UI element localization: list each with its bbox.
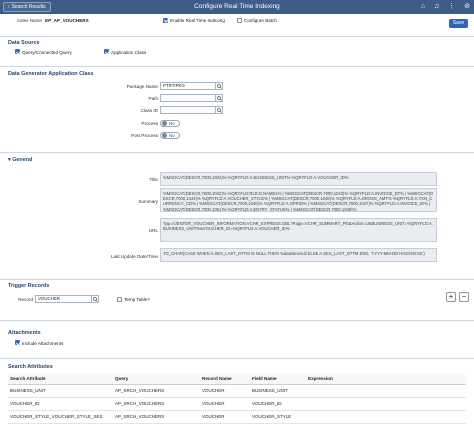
table-cell: VOUCHER — [200, 410, 250, 424]
class-id-input[interactable] — [160, 106, 216, 114]
attachments-section-title: Attachments — [8, 330, 41, 336]
record-label: Record — [18, 297, 33, 302]
table-cell: VOUCHER_ID — [8, 397, 113, 411]
enable-rti-label: Enable Real Time Indexing — [170, 18, 225, 23]
table-cell: AP_SRCH_VOUCHERS — [113, 384, 200, 398]
data-source-section-title: Data Source — [8, 40, 40, 46]
table-cell — [306, 384, 466, 398]
app-class-label: Application Class — [111, 49, 147, 55]
class-id-label: Class ID — [140, 108, 158, 113]
record-input[interactable]: VOUCHER — [35, 295, 92, 303]
table-row: VOUCHER_ID AP_SRCH_VOUCHERS VOUCHER VOUC… — [8, 397, 466, 411]
table-cell — [306, 397, 466, 411]
process-toggle[interactable]: No — [160, 119, 180, 127]
post-process-toggle[interactable]: No — [160, 131, 180, 139]
table-cell: AP_SRCH_VOUCHERS — [113, 410, 200, 424]
add-row-button[interactable]: + — [446, 292, 456, 302]
search-icon — [93, 297, 98, 302]
top-bar: ‹ Search Results Configure Real Time Inde… — [0, 0, 474, 14]
table-cell — [306, 410, 466, 424]
index-name-label: Index Name — [17, 18, 42, 23]
column-header[interactable]: Record Name — [200, 374, 250, 385]
table-cell: AP_SRCH_VOUCHERS — [113, 397, 200, 411]
divider — [0, 152, 474, 153]
class-id-lookup-button[interactable] — [216, 106, 223, 114]
table-cell: VOUCHER_ID — [250, 397, 306, 411]
include-attachments-label: Include Attachments — [22, 340, 64, 346]
last-update-textarea[interactable]: TO_CHAR(CASE WHEN A.SES_LAST_DTTM IS NUL… — [160, 248, 437, 262]
save-button[interactable]: Save — [449, 19, 468, 28]
process-label: Process — [141, 120, 158, 126]
table-header-row: Search Attribute Query Record Name Field… — [8, 374, 466, 385]
table-cell: VOUCHER_STYLE — [250, 410, 306, 424]
enable-rti-checkbox[interactable] — [163, 17, 168, 23]
compass-icon[interactable]: ⊘ — [464, 2, 470, 11]
divider — [0, 36, 474, 37]
page-title: Configure Real Time Indexing — [194, 3, 280, 10]
title-label: Title — [149, 177, 158, 182]
path-input[interactable] — [160, 94, 216, 102]
table-cell: BUSINESS_UNIT — [250, 384, 306, 398]
column-header[interactable]: Search Attribute — [8, 374, 113, 385]
search-attributes-section-title: Search Attributes — [8, 364, 53, 370]
column-header[interactable]: Query — [113, 374, 200, 385]
summary-label: Summary — [138, 199, 158, 204]
configure-batch-label: Configure Batch — [244, 18, 277, 23]
search-icon — [217, 108, 222, 113]
summary-textarea[interactable]: %MSGCAT(DESCR,7000,1042)% %QRYFLD:RLR.D.… — [160, 188, 437, 212]
index-name-value: EP_AP_VOUCHERS — [45, 18, 89, 23]
include-attachments-checkbox[interactable] — [15, 340, 20, 345]
general-section-title: General — [12, 157, 33, 163]
post-process-label: Post Process — [130, 132, 158, 138]
query-source-label: Query/Connected Query — [22, 49, 72, 55]
path-lookup-button[interactable] — [216, 94, 223, 102]
table-cell: BUSINESS_UNIT — [8, 384, 113, 398]
toggle-knob — [161, 121, 167, 126]
more-icon[interactable]: ⋮ — [448, 2, 455, 11]
generator-section-title: Data Generator Application Class — [8, 71, 94, 77]
temp-table-checkbox[interactable] — [117, 296, 122, 302]
configure-batch-checkbox[interactable] — [237, 17, 242, 23]
search-icon — [217, 96, 222, 101]
last-update-label: Last Update Date/Time — [110, 254, 158, 259]
path-label: Path — [148, 96, 158, 101]
temp-table-label: Temp Table? — [124, 297, 150, 302]
package-name-label: Package Name — [126, 84, 158, 89]
general-section-toggle[interactable]: ▾ General — [8, 157, 32, 163]
divider — [0, 66, 474, 67]
delete-row-button[interactable]: − — [459, 292, 469, 302]
record-lookup-button[interactable] — [92, 295, 99, 303]
toggle-knob — [161, 133, 167, 138]
package-name-input[interactable]: PTRTIPKG — [160, 82, 216, 90]
url-textarea[interactable]: ?pp=/c/ENTER_VOUCHER_INFORMATION.VCHR_EX… — [160, 218, 437, 242]
post-process-toggle-label: No — [169, 132, 175, 138]
title-textarea[interactable]: %MSGCAT(DESCR,7000,1002)% %QRYFLD:A.BUSI… — [160, 172, 437, 186]
bell-icon[interactable]: ♫ — [434, 2, 439, 11]
home-icon[interactable]: ⌂ — [421, 2, 425, 11]
divider — [0, 320, 474, 321]
search-attributes-table: Search Attribute Query Record Name Field… — [8, 374, 466, 424]
table-cell: VOUCHER — [200, 397, 250, 411]
table-cell: VOUCHER_STYLE_VOUCHER_STYLE_SES — [8, 410, 113, 424]
app-class-checkbox[interactable] — [104, 49, 109, 54]
table-row: BUSINESS_UNIT AP_SRCH_VOUCHERS VOUCHER B… — [8, 384, 466, 398]
search-icon — [217, 84, 222, 89]
column-header[interactable]: Field Name — [250, 374, 306, 385]
divider — [0, 358, 474, 359]
divider — [0, 279, 474, 280]
column-header[interactable]: Expression — [306, 374, 466, 385]
query-source-checkbox[interactable] — [15, 49, 20, 54]
process-toggle-label: No — [169, 120, 175, 126]
trigger-records-section-title: Trigger Records — [8, 283, 50, 289]
table-cell: VOUCHER — [200, 384, 250, 398]
package-lookup-button[interactable] — [216, 82, 223, 90]
url-label: URL — [148, 228, 158, 233]
table-row: VOUCHER_STYLE_VOUCHER_STYLE_SES AP_SRCH_… — [8, 410, 466, 424]
